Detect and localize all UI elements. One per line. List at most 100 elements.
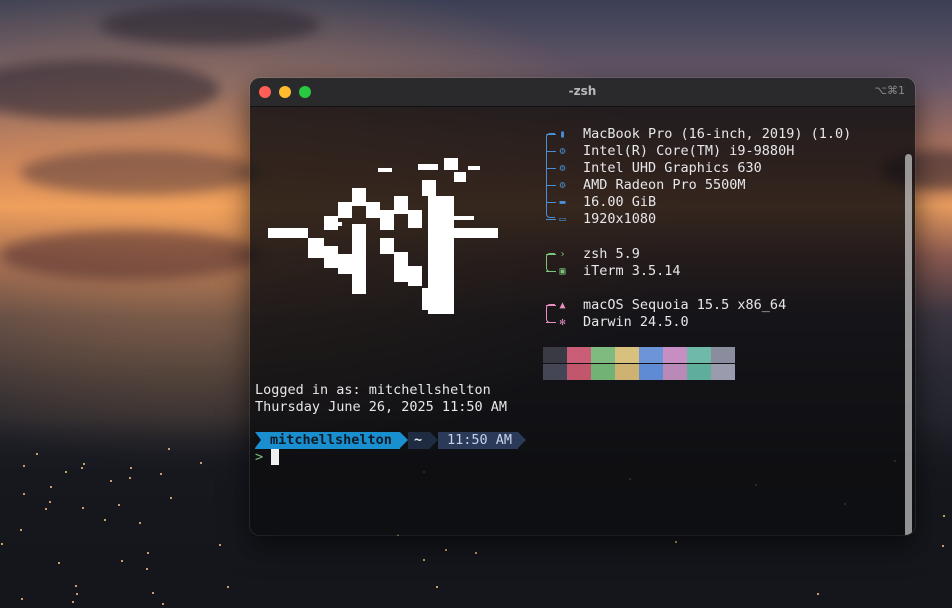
terminal-window[interactable]: -zsh ⌥⌘1 ▮ MacBook Pro (16-inch, 2019) (… xyxy=(250,78,915,535)
color-swatch xyxy=(663,364,687,380)
city-light xyxy=(65,470,68,473)
city-light xyxy=(19,528,22,531)
city-light xyxy=(674,540,677,543)
gpu-icon: ⚙ xyxy=(559,163,566,174)
city-light xyxy=(160,473,163,476)
terminal-content[interactable]: ▮ MacBook Pro (16-inch, 2019) (1.0) ⚙ Intel… xyxy=(250,106,915,535)
city-light xyxy=(49,486,52,489)
city-light xyxy=(436,586,439,589)
city-light xyxy=(71,600,74,603)
ascii-logo xyxy=(268,158,498,314)
tree-branch xyxy=(546,202,556,203)
color-swatch xyxy=(639,364,663,380)
tree-branch xyxy=(546,219,556,220)
tree-branch xyxy=(546,322,556,323)
sysinfo-line: MacBook Pro (16-inch, 2019) (1.0) xyxy=(583,126,852,142)
color-swatch xyxy=(687,347,711,363)
city-light xyxy=(943,515,946,518)
city-light xyxy=(167,448,170,451)
color-swatch xyxy=(567,364,591,380)
os-icon: ▲ xyxy=(559,300,566,311)
city-light xyxy=(942,544,945,547)
color-swatch xyxy=(543,347,567,363)
city-light xyxy=(117,504,120,507)
sysinfo-line: AMD Radeon Pro 5500M xyxy=(583,177,746,193)
gpu-icon: ⚙ xyxy=(559,180,566,191)
city-light xyxy=(146,567,149,570)
city-light xyxy=(138,521,141,524)
city-light xyxy=(422,559,425,562)
city-light xyxy=(23,465,26,468)
city-light xyxy=(130,467,133,470)
color-swatch xyxy=(543,364,567,380)
scrollbar[interactable] xyxy=(905,154,912,535)
kernel-icon: ✻ xyxy=(559,317,566,328)
city-light xyxy=(109,480,112,483)
color-swatch xyxy=(615,347,639,363)
color-swatch xyxy=(615,364,639,380)
prompt-time-segment: 11:50 AM xyxy=(438,432,518,449)
sysinfo-line: 16.00 GiB xyxy=(583,194,657,210)
city-light xyxy=(817,592,820,595)
city-light xyxy=(74,585,77,587)
city-light xyxy=(82,506,85,509)
logged-in-line: Logged in as: mitchellshelton xyxy=(255,382,491,398)
title-bar[interactable]: -zsh ⌥⌘1 xyxy=(250,78,915,107)
tree-branch xyxy=(546,168,556,169)
cpu-icon: ⚙ xyxy=(559,146,566,157)
sysinfo-line: macOS Sequoia 15.5 x86_64 xyxy=(583,297,787,313)
prompt-dir-segment: ~ xyxy=(408,432,430,449)
city-light xyxy=(22,493,25,496)
terminal-icon: ▣ xyxy=(559,266,566,277)
memory-icon: ▬ xyxy=(559,197,566,208)
city-light xyxy=(169,496,172,499)
display-icon: ▭ xyxy=(559,214,566,225)
shell-icon: › xyxy=(559,249,566,260)
city-light xyxy=(151,591,154,594)
software-tree xyxy=(546,253,555,272)
city-light xyxy=(80,466,83,469)
color-swatch xyxy=(663,347,687,363)
tree-branch xyxy=(546,134,556,135)
os-tree xyxy=(546,304,555,323)
sysinfo-line: Intel UHD Graphics 630 xyxy=(583,160,762,176)
prompt-time: 11:50 AM xyxy=(447,432,513,448)
city-light xyxy=(0,542,3,545)
sysinfo-line: iTerm 3.5.14 xyxy=(583,263,681,279)
prompt-symbol: > xyxy=(255,449,264,465)
city-light xyxy=(49,500,52,503)
city-light xyxy=(103,518,106,521)
city-light xyxy=(121,560,124,563)
sysinfo-line: Intel(R) Core(TM) i9-9880H xyxy=(583,143,795,159)
city-light xyxy=(227,585,230,588)
color-swatch xyxy=(711,347,735,363)
hardware-tree xyxy=(546,133,555,218)
prompt-user-segment: mitchellshelton xyxy=(255,432,400,449)
city-light xyxy=(35,453,38,456)
tree-branch xyxy=(546,305,556,306)
city-light xyxy=(218,543,221,546)
city-light xyxy=(162,602,165,605)
laptop-icon: ▮ xyxy=(559,129,566,140)
sysinfo-line: zsh 5.9 xyxy=(583,246,640,262)
color-swatch xyxy=(567,347,591,363)
tree-branch xyxy=(546,271,556,272)
window-title: -zsh xyxy=(568,84,597,98)
city-light xyxy=(45,508,48,511)
prompt-user: mitchellshelton xyxy=(270,432,392,448)
prompt-dir: ~ xyxy=(414,432,423,448)
color-swatch xyxy=(591,347,615,363)
city-light xyxy=(474,551,477,554)
city-light xyxy=(444,548,447,551)
datetime-line: Thursday June 26, 2025 11:50 AM xyxy=(255,399,507,415)
sysinfo-line: Darwin 24.5.0 xyxy=(583,314,689,330)
tree-branch xyxy=(546,185,556,186)
text-cursor xyxy=(271,449,279,465)
city-light xyxy=(20,598,23,601)
city-light xyxy=(200,462,203,465)
city-light xyxy=(146,551,149,554)
tree-branch xyxy=(546,254,556,255)
sysinfo-line: 1920x1080 xyxy=(583,211,657,227)
color-swatch xyxy=(639,347,663,363)
color-swatch xyxy=(711,364,735,380)
